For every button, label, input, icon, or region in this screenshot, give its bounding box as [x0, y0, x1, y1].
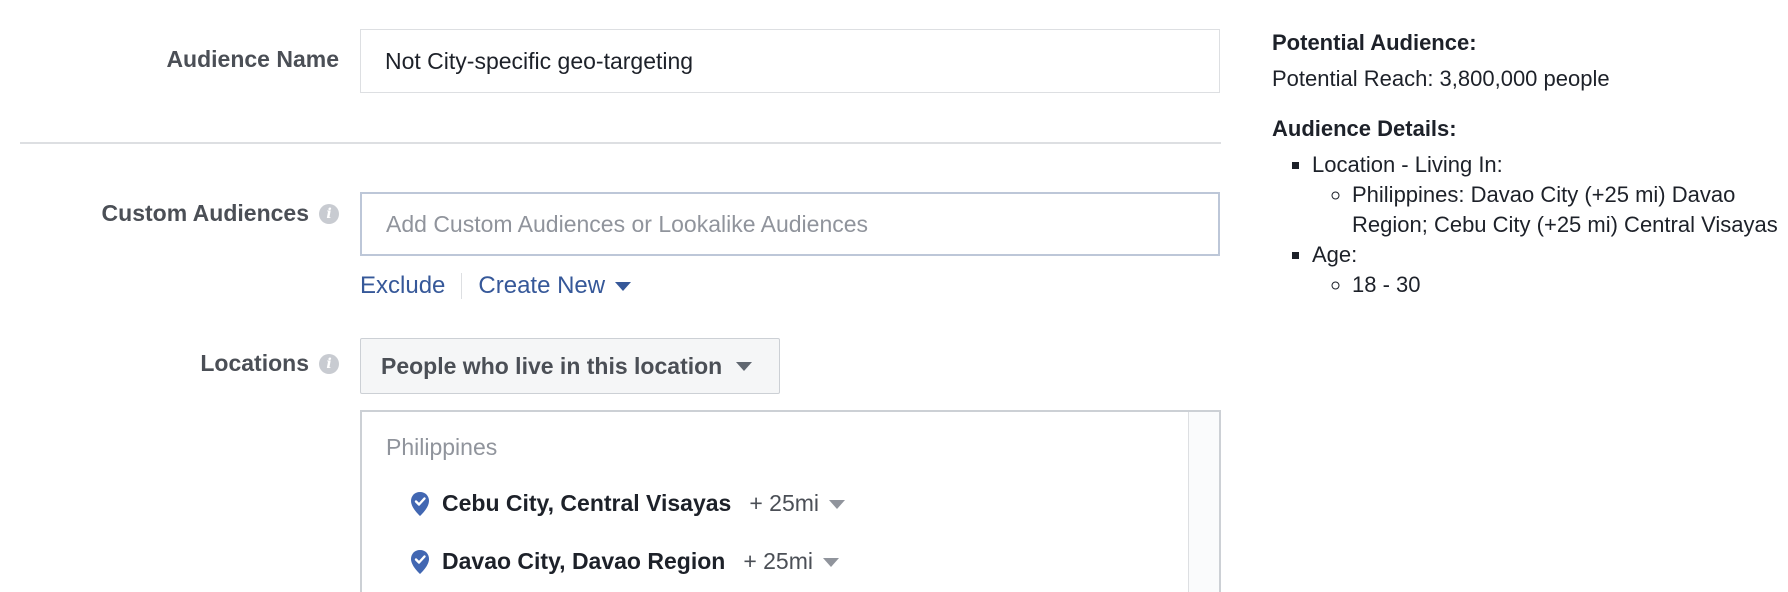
- location-name: Davao City, Davao Region: [442, 548, 726, 574]
- location-radius-dropdown[interactable]: + 25mi: [743, 548, 839, 575]
- custom-audiences-placeholder: Add Custom Audiences or Lookalike Audien…: [386, 210, 869, 237]
- location-radius: + 25mi: [749, 490, 820, 516]
- audience-summary: Potential Audience: Potential Reach: 3,8…: [1272, 30, 1782, 300]
- potential-reach: Potential Reach: 3,800,000 people: [1272, 66, 1610, 91]
- detail-sublist: 18 - 30: [1312, 270, 1782, 300]
- location-mode-dropdown[interactable]: People who live in this location: [360, 338, 780, 394]
- location-radius-dropdown[interactable]: + 25mi: [749, 490, 846, 517]
- locations-label: Locations i: [200, 350, 339, 377]
- audience-name-input[interactable]: Not City-specific geo-targeting: [360, 29, 1220, 93]
- location-country: Philippines: [386, 434, 498, 460]
- location-mode-value: People who live in this location: [381, 352, 723, 379]
- potential-audience-heading: Potential Audience:: [1272, 30, 1477, 55]
- chevron-down-icon: [615, 282, 632, 292]
- audience-details-list: Location - Living In: Philippines: Davao…: [1272, 150, 1782, 300]
- custom-audiences-label: Custom Audiences i: [102, 200, 339, 227]
- audience-name-label: Audience Name: [166, 46, 339, 73]
- create-new-link[interactable]: Create New: [478, 272, 632, 300]
- chevron-down-icon: [829, 500, 846, 510]
- location-item[interactable]: Cebu City, Central Visayas + 25mi: [410, 490, 846, 517]
- audience-editor: Audience Name Not City-specific geo-targ…: [0, 0, 1788, 592]
- section-divider: [20, 142, 1221, 144]
- scrollbar[interactable]: [1188, 412, 1219, 592]
- detail-age: Age: 18 - 30: [1312, 240, 1782, 300]
- audience-name-value: Not City-specific geo-targeting: [385, 47, 694, 74]
- info-icon[interactable]: i: [319, 353, 339, 374]
- link-separator: [461, 273, 463, 299]
- locations-label-text: Locations: [200, 350, 309, 376]
- exclude-link[interactable]: Exclude: [360, 272, 445, 300]
- custom-audience-actions: Exclude Create New: [360, 272, 632, 300]
- audience-name-label-text: Audience Name: [166, 46, 339, 72]
- location-pin-icon: [411, 491, 429, 516]
- chevron-down-icon: [736, 361, 753, 371]
- audience-details-heading: Audience Details:: [1272, 116, 1457, 141]
- custom-audiences-input[interactable]: Add Custom Audiences or Lookalike Audien…: [360, 192, 1220, 256]
- location-radius: + 25mi: [743, 548, 813, 574]
- info-icon[interactable]: i: [319, 203, 339, 224]
- location-item[interactable]: Davao City, Davao Region + 25mi: [410, 548, 839, 575]
- detail-label: Location - Living In:: [1312, 152, 1503, 177]
- custom-audiences-label-text: Custom Audiences: [101, 200, 309, 226]
- selected-locations-box: Philippines Cebu City, Central Visayas +…: [360, 410, 1221, 592]
- detail-value: 18 - 30: [1352, 270, 1782, 300]
- detail-location: Location - Living In: Philippines: Davao…: [1312, 150, 1782, 240]
- detail-label: Age:: [1312, 242, 1358, 267]
- detail-sublist: Philippines: Davao City (+25 mi) Davao R…: [1312, 180, 1782, 240]
- chevron-down-icon: [823, 558, 839, 568]
- create-new-label: Create New: [478, 272, 606, 299]
- location-name: Cebu City, Central Visayas: [442, 490, 732, 516]
- location-pin-icon: [411, 549, 429, 574]
- detail-value: Philippines: Davao City (+25 mi) Davao R…: [1352, 180, 1782, 240]
